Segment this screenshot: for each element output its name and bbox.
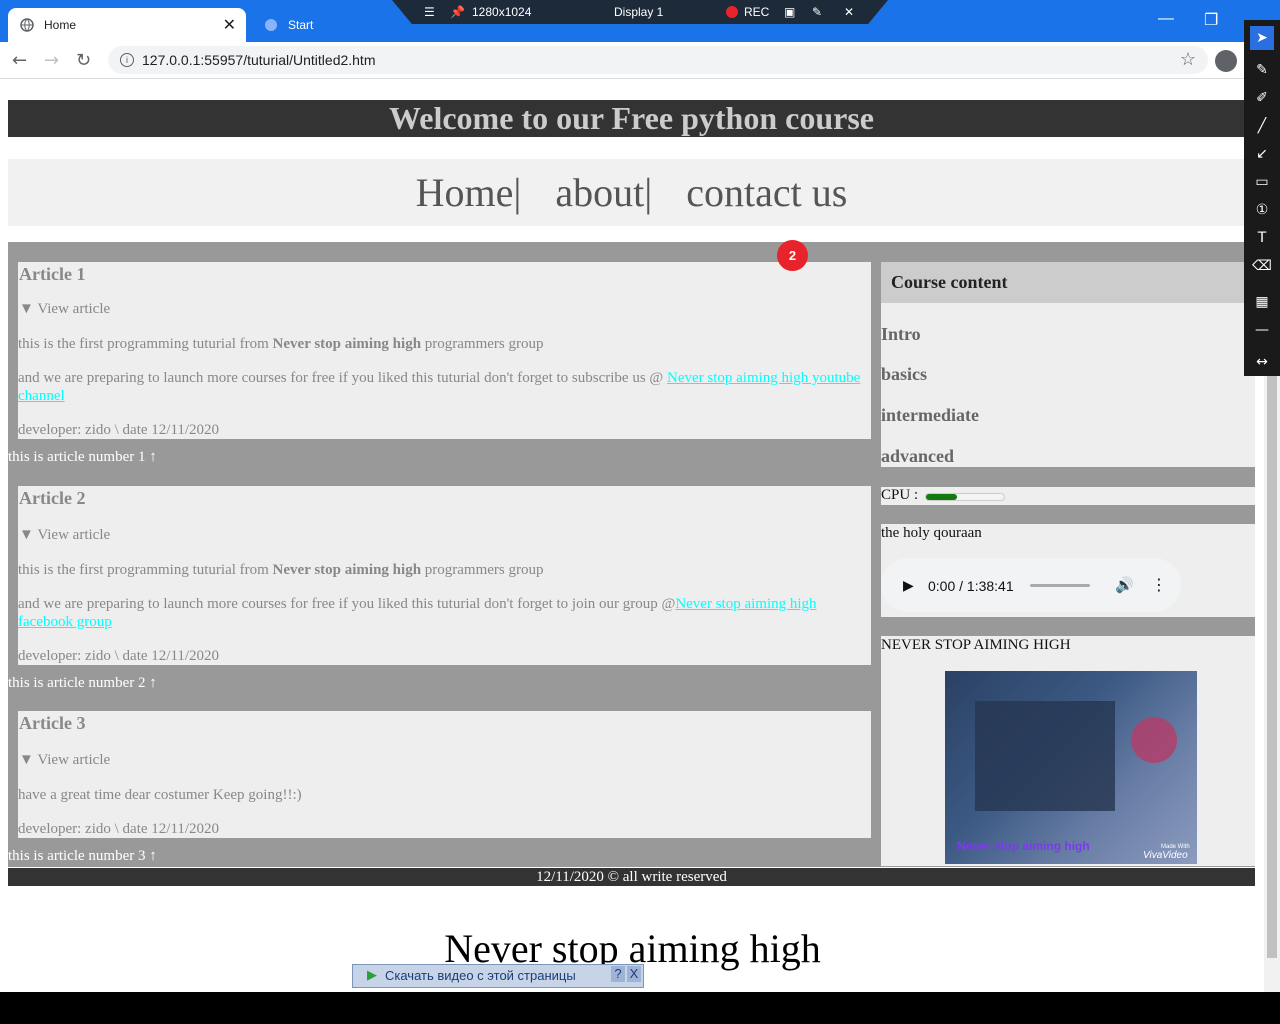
marker-icon[interactable]: ✐: [1250, 86, 1274, 110]
cpu-progress-fill: [926, 494, 958, 500]
record-icon[interactable]: [726, 6, 738, 18]
cpu-progress-bar: [925, 493, 1005, 501]
video-player[interactable]: Never stop aiming high Made With VivaVid…: [945, 671, 1197, 864]
nav-link-about[interactable]: about|: [555, 170, 652, 215]
view-article-summary[interactable]: ▼ View article: [19, 527, 110, 544]
sidebar-item-basics[interactable]: basics: [881, 364, 927, 385]
text-icon[interactable]: T: [1250, 226, 1274, 250]
view-article-summary[interactable]: ▼ View article: [19, 752, 110, 769]
audio-time: 0:00 / 1:38:41: [928, 578, 1014, 594]
tab-label: Home: [44, 18, 77, 32]
taskbar: [0, 992, 1280, 1024]
address-bar[interactable]: i 127.0.0.1:55957/tuturial/Untitled2.htm…: [108, 46, 1208, 74]
line-width-icon[interactable]: —: [1250, 318, 1274, 342]
pin-icon[interactable]: 📌: [450, 5, 465, 19]
play-icon[interactable]: ▶: [903, 577, 914, 594]
rec-label: REC: [744, 5, 770, 19]
cpu-label: CPU :: [881, 487, 919, 503]
video-blurred-shape: [975, 701, 1115, 811]
article-paragraph: and we are preparing to launch more cour…: [18, 370, 861, 404]
tab-home[interactable]: Home ✕: [8, 8, 246, 42]
numbering-icon[interactable]: ①: [1250, 198, 1274, 222]
video-blurred-shape: [1131, 717, 1177, 763]
pointer-icon[interactable]: ➤: [1250, 26, 1274, 50]
audio-title: the holy qouraan: [881, 525, 982, 541]
maximize-icon[interactable]: ❐: [1204, 10, 1218, 30]
top-navigation: Home| about| contact us: [8, 159, 1255, 226]
globe-icon: [265, 19, 277, 31]
minimize-icon[interactable]: —: [1158, 10, 1174, 28]
article-2: Article 2 ▼ View article this is the fir…: [18, 486, 871, 665]
close-button[interactable]: X: [627, 966, 641, 982]
close-icon[interactable]: ✕: [844, 5, 854, 19]
page-title: Welcome to our Free python course: [8, 100, 1255, 137]
globe-icon: [20, 18, 34, 32]
tab-label: Start: [288, 18, 314, 32]
screen-recorder-bar: ☰ 📌 1280x1024 Display 1 REC ▣ ✎ ✕: [392, 0, 888, 24]
forward-icon[interactable]: →: [44, 50, 59, 71]
profile-avatar-icon[interactable]: [1215, 50, 1237, 72]
article-paragraph: this is the first programming tuturial f…: [18, 562, 544, 578]
sidebar-item-advanced[interactable]: advanced: [881, 446, 954, 467]
play-icon: ▶: [367, 967, 377, 982]
pen-icon[interactable]: ✎: [812, 5, 822, 19]
sidebar-title: Course content: [881, 262, 1255, 303]
view-article-summary[interactable]: ▼ View article: [19, 301, 110, 318]
article-title: Article 3: [19, 713, 86, 733]
page-footer: 12/11/2020 © all write reserved: [8, 868, 1255, 886]
download-label[interactable]: Скачать видео с этой страницы: [385, 968, 576, 983]
article-developer: developer: zido \ date 12/11/2020: [18, 821, 220, 837]
article-paragraph: and we are preparing to launch more cour…: [18, 596, 817, 630]
volume-icon[interactable]: 🔊: [1115, 576, 1134, 594]
recorder-display: Display 1: [614, 5, 664, 19]
back-icon[interactable]: ←: [12, 50, 27, 71]
more-options-icon[interactable]: ⋮: [1151, 575, 1167, 594]
article-caption: this is article number 1 ↑: [8, 449, 157, 465]
close-tab-icon[interactable]: ✕: [223, 15, 236, 35]
menu-icon[interactable]: ☰: [424, 5, 435, 19]
annotation-toolbar: ➤ ✎ ✐ ╱ ↙ ▭ ① T ⌫ ▦ — ↔: [1244, 20, 1280, 376]
line-icon[interactable]: ╱: [1250, 114, 1274, 138]
article-paragraph: this is the first programming tuturial f…: [18, 336, 544, 352]
arrow-icon[interactable]: ↙: [1250, 142, 1274, 166]
camera-icon[interactable]: ▣: [784, 5, 795, 19]
sidebar-item-intermediate[interactable]: intermediate: [881, 405, 979, 426]
course-content-sidebar: Course content Intro basics intermediate…: [881, 262, 1255, 467]
bookmark-star-icon[interactable]: ☆: [1180, 49, 1196, 70]
url-text: 127.0.0.1:55957/tuturial/Untitled2.htm: [142, 52, 376, 68]
article-title: Article 1: [19, 264, 86, 284]
article-developer: developer: zido \ date 12/11/2020: [18, 648, 220, 664]
step-number-badge: 2: [777, 240, 808, 271]
eraser-icon[interactable]: ⌫: [1250, 254, 1274, 278]
download-video-bar[interactable]: ▶ Скачать видео с этой страницы ? X: [352, 964, 644, 988]
browser-toolbar: ← → ↻ i 127.0.0.1:55957/tuturial/Untitle…: [0, 42, 1280, 79]
audio-seek-slider[interactable]: [1030, 584, 1090, 587]
help-button[interactable]: ?: [611, 966, 625, 982]
info-icon[interactable]: i: [120, 53, 134, 67]
rectangle-icon[interactable]: ▭: [1250, 170, 1274, 194]
sidebar-item-intro[interactable]: Intro: [881, 324, 921, 345]
article-title: Article 2: [19, 488, 86, 508]
pencil-icon[interactable]: ✎: [1250, 58, 1274, 82]
nav-link-contact[interactable]: contact us: [686, 170, 847, 215]
nav-link-home[interactable]: Home|: [416, 170, 522, 215]
cpu-meter: CPU :: [881, 487, 1255, 505]
recorder-resolution: 1280x1024: [472, 5, 532, 19]
reload-icon[interactable]: ↻: [76, 50, 91, 71]
collapse-toolbar-icon[interactable]: ↔: [1250, 350, 1274, 374]
video-brand-logo: VivaVideo: [1143, 850, 1188, 861]
audio-player[interactable]: ▶ 0:00 / 1:38:41 🔊 ⋮: [881, 558, 1181, 612]
article-paragraph: have a great time dear costumer Keep goi…: [18, 787, 302, 803]
video-title: NEVER STOP AIMING HIGH: [881, 637, 1071, 653]
article-developer: developer: zido \ date 12/11/2020: [18, 422, 220, 438]
article-caption: this is article number 2 ↑: [8, 675, 157, 691]
video-overlay-text: Never stop aiming high: [957, 839, 1090, 853]
article-3: Article 3 ▼ View article have a great ti…: [18, 711, 871, 838]
article-caption: this is article number 3 ↑: [8, 848, 157, 864]
article-1: Article 1 ▼ View article this is the fir…: [18, 262, 871, 439]
transparency-icon[interactable]: ▦: [1250, 290, 1274, 314]
